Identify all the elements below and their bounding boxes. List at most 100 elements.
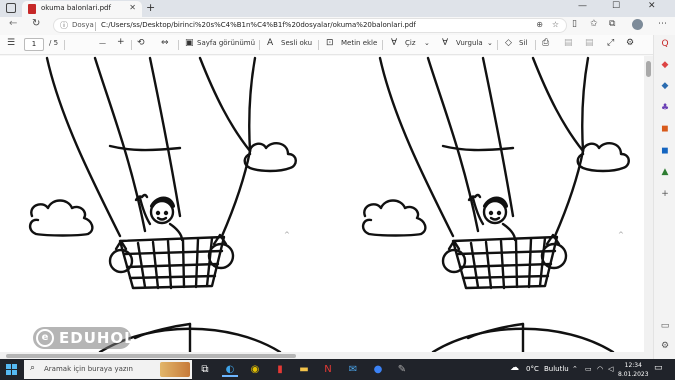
tab-close-button[interactable]: ✕ <box>129 3 136 12</box>
address-bar[interactable]: ⓘ Dosya C:/Users/ss/Desktop/birinci%20s%… <box>53 18 567 33</box>
fullscreen-icon[interactable]: ⤢ <box>607 38 614 48</box>
draw-button[interactable]: Çiz <box>405 39 416 47</box>
outlook-icon[interactable]: ◼ <box>659 146 671 156</box>
logo-letter: e <box>36 329 54 347</box>
close-window-button[interactable]: ✕ <box>648 1 656 11</box>
hot-air-balloon-illustration <box>28 56 297 352</box>
page-view-button[interactable]: Sayfa görünümü <box>197 39 255 47</box>
search-placeholder: Aramak için buraya yazın <box>44 365 133 373</box>
divider <box>535 40 536 50</box>
zoom-taskbar-icon[interactable]: ● <box>370 362 386 377</box>
vertical-scroll-thumb[interactable] <box>646 61 651 77</box>
browser-window: okuma balonlari.pdf ✕ + — ☐ ✕ ← ↻ ⓘ Dosy… <box>0 0 675 359</box>
add-sidebar-icon[interactable]: + <box>659 189 671 199</box>
address-divider <box>95 22 96 31</box>
edge-taskbar-icon[interactable]: ◐ <box>222 362 238 377</box>
pdf-page: ^ ^ <box>0 56 644 352</box>
favorites-icon[interactable]: ✩ <box>590 19 598 29</box>
file-explorer-icon[interactable]: ▬ <box>296 362 312 377</box>
sidebar-settings-icon[interactable]: ⚙ <box>659 341 671 351</box>
office-icon[interactable]: ◼ <box>659 124 671 134</box>
volume-icon[interactable]: ◁ <box>608 365 613 373</box>
windows-start-icon[interactable] <box>6 364 17 375</box>
tab-title: okuma balonlari.pdf <box>41 4 111 12</box>
divider <box>318 40 319 50</box>
divider <box>497 40 498 50</box>
fit-page-icon[interactable]: ⇔ <box>161 38 169 48</box>
notification-icon[interactable]: ▭ <box>654 363 663 373</box>
maximize-button[interactable]: ☐ <box>612 1 620 11</box>
network-icon[interactable]: ▭ <box>585 365 592 373</box>
print-icon[interactable]: ⎙ <box>542 38 549 48</box>
zoom-out-button[interactable]: — <box>99 39 106 47</box>
edge-sidebar: Q ◆ ◆ ♣ ◼ ◼ ▲ + ▭ ⚙ <box>653 35 675 359</box>
minimize-button[interactable]: — <box>578 1 587 11</box>
page-total: / 5 <box>49 39 59 47</box>
horizontal-scrollbar[interactable] <box>0 352 653 359</box>
clock-date: 8.01.2023 <box>618 371 649 378</box>
rotate-icon[interactable]: ⟲ <box>137 38 145 48</box>
split-screen-icon[interactable]: ▯ <box>572 19 577 29</box>
divider <box>259 40 260 50</box>
system-clock[interactable]: 12:34 8.01.2023 <box>618 361 649 379</box>
back-arrow-icon[interactable]: ← <box>9 18 17 29</box>
chrome-taskbar-icon[interactable]: ◉ <box>247 362 263 377</box>
favorite-star-icon[interactable]: ☆ <box>552 20 559 29</box>
app-taskbar-icon[interactable]: ▮ <box>272 362 288 377</box>
refresh-icon[interactable]: ↻ <box>32 18 40 29</box>
contents-icon[interactable]: ☰ <box>7 38 15 48</box>
save-as-icon[interactable]: ▤ <box>585 38 594 48</box>
add-text-button[interactable]: Metin ekle <box>341 39 377 47</box>
save-icon[interactable]: ▤ <box>564 38 573 48</box>
collections-icon[interactable]: ⧉ <box>609 19 615 29</box>
task-view-icon[interactable]: ⧉ <box>197 362 213 377</box>
mail-taskbar-icon[interactable]: ✉ <box>345 362 361 377</box>
erase-button[interactable]: Sil <box>519 39 527 47</box>
tools-icon[interactable]: ◆ <box>659 81 671 91</box>
eraser-icon[interactable]: ◇ <box>505 38 512 48</box>
tray-chevron-icon[interactable]: ⌃ <box>572 365 578 373</box>
draw-icon[interactable]: ∀ <box>391 38 397 48</box>
taskbar-search-box[interactable]: ⌕ Aramak için buraya yazın <box>24 360 192 379</box>
vertical-scrollbar[interactable] <box>644 56 653 352</box>
svg-text:^: ^ <box>618 231 624 239</box>
draw-dropdown-chevron-icon[interactable]: ⌄ <box>424 39 430 47</box>
sidebar-layout-icon[interactable]: ▭ <box>659 321 671 331</box>
pdf-toolbar: ☰ 1 / 5 — + ⟲ ⇔ ▣ Sayfa görünümü A Sesli… <box>0 35 653 55</box>
settings-gear-icon[interactable]: ⚙ <box>626 38 634 48</box>
weather-temp: 0°C <box>526 365 539 373</box>
tree-icon[interactable]: ▲ <box>659 167 671 177</box>
tab-pdf[interactable]: okuma balonlari.pdf ✕ <box>22 1 142 17</box>
highlight-button[interactable]: Vurgula <box>456 39 483 47</box>
people-icon[interactable]: ♣ <box>659 103 671 113</box>
zoom-icon[interactable]: ⊕ <box>536 20 543 29</box>
search-icon: ⌕ <box>30 363 36 373</box>
horizontal-scroll-thumb[interactable] <box>6 354 296 358</box>
weather-cloud-icon[interactable]: ☁ <box>510 363 519 373</box>
read-aloud-button[interactable]: Sesli oku <box>281 39 312 47</box>
highlight-dropdown-chevron-icon[interactable]: ⌄ <box>487 39 493 47</box>
pdf-file-icon <box>28 4 36 14</box>
add-text-icon[interactable]: ⊡ <box>326 38 334 48</box>
eduhol-watermark-logo: e EDUHOL <box>33 327 134 349</box>
divider <box>131 40 132 50</box>
zoom-in-button[interactable]: + <box>117 37 125 47</box>
shopping-tag-icon[interactable]: ◆ <box>659 60 671 70</box>
highlight-icon[interactable]: ∀ <box>442 38 448 48</box>
wifi-icon[interactable]: ◠ <box>597 365 603 373</box>
url-text[interactable]: C:/Users/ss/Desktop/birinci%20s%C4%B1n%C… <box>101 21 416 29</box>
divider <box>382 40 383 50</box>
page-view-icon[interactable]: ▣ <box>185 38 194 48</box>
info-icon[interactable]: ⓘ <box>60 20 68 31</box>
window-menu-icon[interactable] <box>6 3 16 13</box>
search-highlight-image <box>160 362 190 377</box>
netflix-taskbar-icon[interactable]: N <box>320 362 336 377</box>
profile-avatar[interactable] <box>632 19 643 30</box>
new-tab-button[interactable]: + <box>146 1 155 14</box>
search-sidebar-icon[interactable]: Q <box>659 39 671 49</box>
notes-taskbar-icon[interactable]: ✎ <box>394 362 410 377</box>
read-aloud-icon[interactable]: A <box>267 38 273 48</box>
more-options-icon[interactable]: ⋯ <box>658 19 667 29</box>
page-number-input[interactable]: 1 <box>24 38 44 51</box>
clock-time: 12:34 <box>624 362 642 369</box>
